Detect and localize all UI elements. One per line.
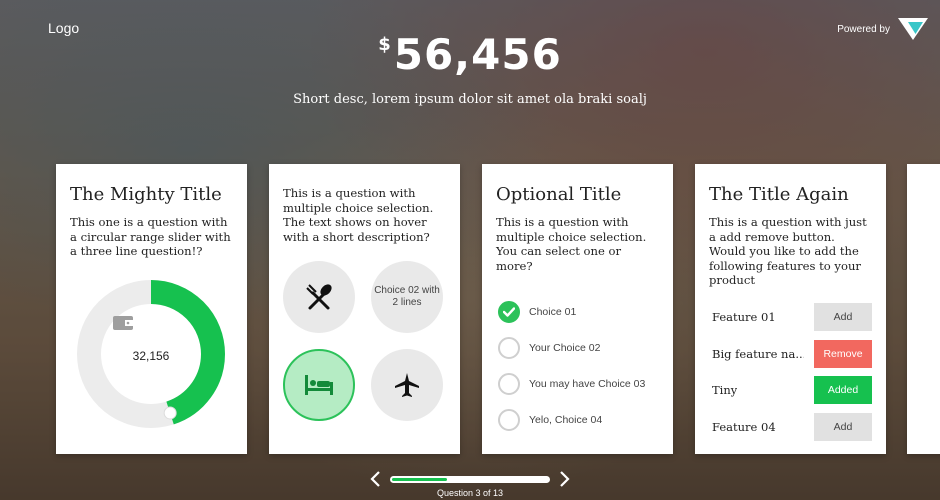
check-icon bbox=[503, 307, 515, 317]
remove-button[interactable]: Remove bbox=[814, 339, 872, 368]
feature-row: Tiny Added bbox=[712, 372, 872, 409]
checkbox[interactable] bbox=[498, 373, 520, 395]
chevron-right-icon[interactable] bbox=[558, 470, 572, 488]
choice-02[interactable]: Choice 02 with 2 lines bbox=[371, 261, 443, 333]
option-row[interactable]: Yelo, Choice 04 bbox=[498, 402, 668, 438]
choice-flight[interactable] bbox=[371, 349, 443, 421]
wallet-icon bbox=[113, 316, 133, 330]
option-label: You may have Choice 03 bbox=[529, 378, 646, 390]
add-button[interactable]: Add bbox=[814, 412, 872, 441]
question-card-next-peek[interactable] bbox=[907, 164, 940, 454]
feature-row: Feature 04 Add bbox=[712, 409, 872, 446]
restaurant-icon bbox=[306, 284, 332, 310]
choice-label: Choice 02 with 2 lines bbox=[374, 285, 440, 308]
amount-value: 56,456 bbox=[393, 30, 562, 79]
feature-row: Feature 01 Add bbox=[712, 299, 872, 336]
airplane-icon bbox=[395, 373, 419, 397]
slider-readout: 32,156 bbox=[113, 316, 189, 392]
add-button[interactable]: Add bbox=[814, 303, 872, 332]
question-pager: Question 3 of 13 bbox=[0, 466, 940, 500]
option-label: Choice 01 bbox=[529, 306, 577, 318]
card-question: This is a question with just a add remov… bbox=[709, 215, 867, 287]
card-question: This one is a question with a circular r… bbox=[70, 215, 231, 258]
slider-value: 32,156 bbox=[132, 349, 170, 363]
feature-name: Tiny bbox=[712, 383, 738, 398]
slider-handle bbox=[163, 406, 177, 420]
bed-icon bbox=[305, 375, 333, 395]
chevron-left-icon[interactable] bbox=[368, 470, 382, 488]
question-counter: Question 3 of 13 bbox=[436, 488, 504, 498]
option-row[interactable]: You may have Choice 03 bbox=[498, 366, 668, 402]
added-button[interactable]: Added bbox=[814, 376, 872, 405]
progress-fill bbox=[392, 478, 447, 481]
hero-amount: $56,456 bbox=[0, 30, 940, 79]
card-question: This is a question with multiple choice … bbox=[283, 186, 434, 244]
feature-name: Big feature na... bbox=[712, 346, 804, 361]
question-card-slider: The Mighty Title This one is a question … bbox=[56, 164, 247, 454]
checkbox-checked[interactable] bbox=[498, 301, 520, 323]
feature-row: Big feature na... Remove bbox=[712, 336, 872, 373]
checkbox[interactable] bbox=[498, 409, 520, 431]
hero-description: Short desc, lorem ipsum dolor sit amet o… bbox=[293, 92, 647, 107]
card-title: The Mighty Title bbox=[70, 184, 222, 205]
card-title: The Title Again bbox=[709, 184, 849, 205]
feature-list: Feature 01 Add Big feature na... Remove … bbox=[712, 299, 872, 445]
card-question: This is a question with multiple choice … bbox=[496, 215, 647, 273]
option-label: Yelo, Choice 04 bbox=[529, 414, 603, 426]
feature-name: Feature 04 bbox=[712, 419, 776, 434]
option-row[interactable]: Choice 01 bbox=[498, 294, 668, 330]
card-title: Optional Title bbox=[496, 184, 622, 205]
choice-restaurant[interactable] bbox=[283, 261, 355, 333]
checkbox[interactable] bbox=[498, 337, 520, 359]
option-list: Choice 01 Your Choice 02 You may have Ch… bbox=[498, 294, 668, 438]
feature-name: Feature 01 bbox=[712, 310, 776, 325]
progress-bar bbox=[390, 476, 550, 483]
question-card-features: The Title Again This is a question with … bbox=[695, 164, 886, 454]
circular-range-slider[interactable]: 32,156 bbox=[75, 278, 227, 430]
currency-symbol: $ bbox=[378, 34, 391, 55]
option-label: Your Choice 02 bbox=[529, 342, 601, 354]
question-card-icon-choices: This is a question with multiple choice … bbox=[269, 164, 460, 454]
choice-hotel[interactable] bbox=[283, 349, 355, 421]
option-row[interactable]: Your Choice 02 bbox=[498, 330, 668, 366]
question-card-checklist: Optional Title This is a question with m… bbox=[482, 164, 673, 454]
choice-grid: Choice 02 with 2 lines bbox=[283, 261, 455, 431]
